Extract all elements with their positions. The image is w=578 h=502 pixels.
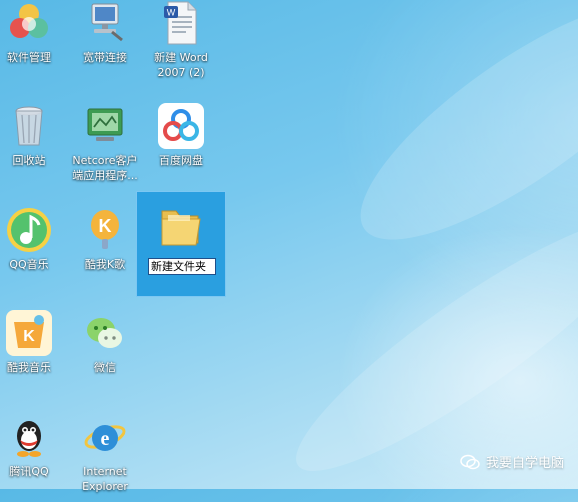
svg-text:W: W [167, 8, 176, 18]
desktop-icon-qq-music[interactable]: QQ音乐 [0, 207, 64, 272]
desktop-icon-tencent-qq[interactable]: 腾讯QQ [0, 414, 64, 479]
icon-label: 腾讯QQ [9, 465, 49, 478]
desktop-icon-software-manager[interactable]: 软件管理 [0, 0, 64, 65]
icon-label: 酷我K歌 [84, 258, 126, 271]
desktop-icon-internet-explorer[interactable]: e Internet Explorer [70, 414, 140, 494]
desktop-icon-kuwo-music[interactable]: K 酷我音乐 [0, 310, 64, 375]
icon-label: Internet Explorer [82, 465, 128, 493]
watermark-text: 我要自学电脑 [485, 456, 564, 471]
folder-icon [156, 201, 206, 251]
wechat-icon [82, 310, 128, 356]
desktop-icon-kuwo-karaoke[interactable]: K 酷我K歌 [70, 207, 140, 272]
software-manager-icon [6, 0, 52, 46]
internet-explorer-icon: e [82, 414, 128, 460]
desktop-icon-wechat[interactable]: 微信 [70, 310, 140, 375]
icon-label: QQ音乐 [9, 258, 49, 271]
recycle-bin-icon [6, 103, 52, 149]
svg-text:K: K [23, 328, 35, 345]
folder-rename-input[interactable] [148, 258, 216, 275]
icon-label: 新建 Word 2007 (2) [154, 51, 208, 79]
kuwo-karaoke-icon: K [82, 207, 128, 253]
icon-label: 软件管理 [7, 51, 51, 64]
broadband-connection-icon [82, 0, 128, 46]
kuwo-music-icon: K [6, 310, 52, 356]
desktop-icon-broadband[interactable]: 宽带连接 [70, 0, 140, 65]
svg-text:e: e [101, 428, 110, 450]
icon-label: 酷我音乐 [7, 361, 51, 374]
icon-label: Netcore客户 端应用程序... [72, 154, 138, 182]
desktop-icon-recycle-bin[interactable]: 回收站 [0, 103, 64, 168]
icon-label: 回收站 [12, 154, 46, 167]
icon-label: 微信 [94, 361, 116, 374]
desktop-icon-netcore[interactable]: Netcore客户 端应用程序... [70, 103, 140, 183]
desktop-icon-word-2007[interactable]: W 新建 Word 2007 (2) [146, 0, 216, 80]
new-folder-selection[interactable] [136, 191, 226, 297]
baidu-netdisk-icon [158, 103, 204, 149]
tencent-qq-icon [6, 414, 52, 460]
icon-label: 百度网盘 [159, 154, 203, 167]
wechat-bubble-icon [460, 454, 480, 470]
svg-text:K: K [99, 216, 112, 236]
desktop[interactable]: 软件管理 宽带连接 W 新建 Word 2007 (2) 回收站 Netcore… [0, 0, 578, 502]
icon-label: 宽带连接 [83, 51, 127, 64]
wallpaper-streak [329, 0, 578, 279]
word-document-icon: W [158, 0, 204, 46]
netcore-client-icon [82, 103, 128, 149]
watermark: 我要自学电脑 [460, 452, 564, 471]
qq-music-icon [6, 207, 52, 253]
desktop-icon-baidu-netdisk[interactable]: 百度网盘 [146, 103, 216, 168]
